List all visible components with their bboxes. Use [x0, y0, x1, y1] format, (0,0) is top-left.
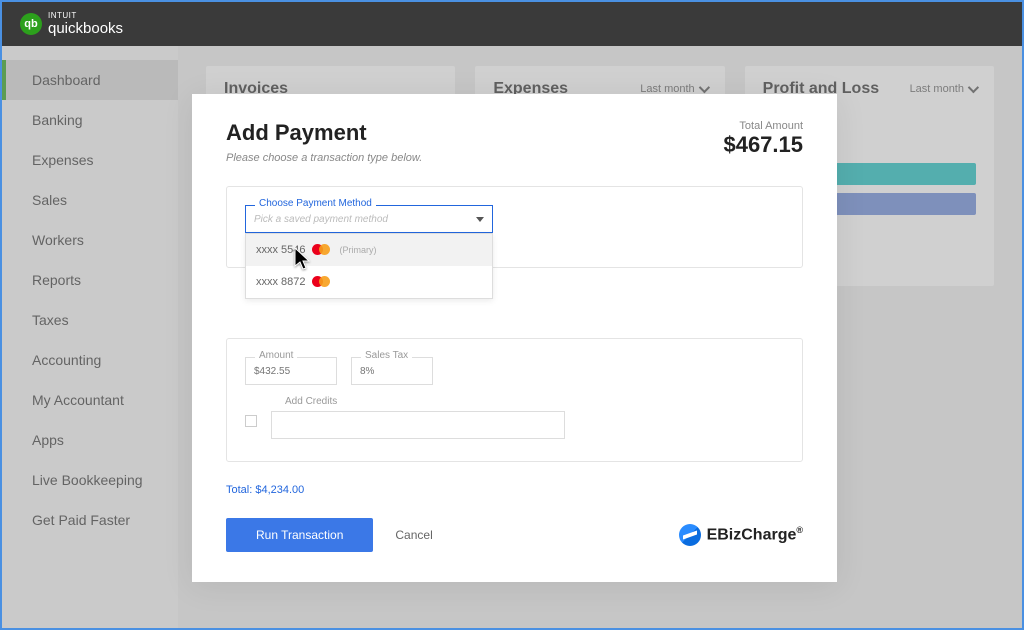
- payment-option-secondary[interactable]: xxxx 8872: [246, 266, 492, 298]
- chevron-down-icon: [698, 82, 709, 93]
- sidebar-item-my-accountant[interactable]: My Accountant: [2, 380, 178, 420]
- amount-input[interactable]: [245, 357, 337, 385]
- modal-subtitle: Please choose a transaction type below.: [226, 152, 422, 164]
- run-transaction-button[interactable]: Run Transaction: [226, 518, 373, 552]
- mastercard-icon: [312, 244, 330, 256]
- mastercard-icon: [312, 276, 330, 288]
- ebizcharge-logo: EBizCharge®: [679, 524, 803, 546]
- brand-small: INTUIT: [48, 12, 123, 20]
- total-amount-label: Total Amount: [723, 120, 803, 132]
- payment-method-box: Choose Payment Method Pick a saved payme…: [226, 186, 803, 268]
- cancel-button[interactable]: Cancel: [395, 528, 432, 542]
- sidebar-item-reports[interactable]: Reports: [2, 260, 178, 300]
- app-header: qb INTUIT quickbooks: [2, 2, 1022, 46]
- sum-line: Total: $4,234.00: [226, 484, 304, 496]
- payment-method-label: Choose Payment Method: [255, 198, 376, 209]
- sum-value: $4,234.00: [255, 484, 304, 496]
- payment-method-select[interactable]: Pick a saved payment method: [245, 205, 493, 233]
- amount-box: Amount Sales Tax Add Credits: [226, 338, 803, 462]
- sidebar-item-live-bookkeeping[interactable]: Live Bookkeeping: [2, 460, 178, 500]
- brand-logo: qb INTUIT quickbooks: [20, 12, 123, 37]
- sidebar-item-banking[interactable]: Banking: [2, 100, 178, 140]
- caret-down-icon: [476, 217, 484, 222]
- brand-name: quickbooks: [48, 20, 123, 37]
- pl-filter[interactable]: Last month: [910, 83, 976, 95]
- add-credits-label: Add Credits: [281, 396, 341, 407]
- modal-title: Add Payment: [226, 120, 422, 146]
- sidebar-item-get-paid-faster[interactable]: Get Paid Faster: [2, 500, 178, 540]
- add-credits-input[interactable]: [271, 411, 565, 439]
- add-credits-checkbox[interactable]: [245, 415, 257, 427]
- payment-option-primary[interactable]: xxxx 5546 (Primary): [246, 234, 492, 266]
- ebizcharge-mark-icon: [679, 524, 701, 546]
- primary-tag: (Primary): [340, 245, 377, 255]
- sidebar: Dashboard Banking Expenses Sales Workers…: [2, 46, 178, 628]
- chevron-down-icon: [968, 82, 979, 93]
- sidebar-item-expenses[interactable]: Expenses: [2, 140, 178, 180]
- sidebar-item-accounting[interactable]: Accounting: [2, 340, 178, 380]
- payment-method-menu: xxxx 5546 (Primary) xxxx 8872: [245, 233, 493, 299]
- sales-tax-label: Sales Tax: [361, 350, 412, 361]
- sidebar-item-taxes[interactable]: Taxes: [2, 300, 178, 340]
- sales-tax-input[interactable]: [351, 357, 433, 385]
- add-payment-modal: Add Payment Please choose a transaction …: [192, 94, 837, 582]
- sidebar-item-apps[interactable]: Apps: [2, 420, 178, 460]
- sidebar-item-workers[interactable]: Workers: [2, 220, 178, 260]
- amount-label: Amount: [255, 350, 297, 361]
- sidebar-item-dashboard[interactable]: Dashboard: [2, 60, 178, 100]
- sidebar-item-sales[interactable]: Sales: [2, 180, 178, 220]
- payment-method-placeholder: Pick a saved payment method: [254, 214, 388, 225]
- qb-mark-icon: qb: [20, 13, 42, 35]
- total-amount-value: $467.15: [723, 132, 803, 158]
